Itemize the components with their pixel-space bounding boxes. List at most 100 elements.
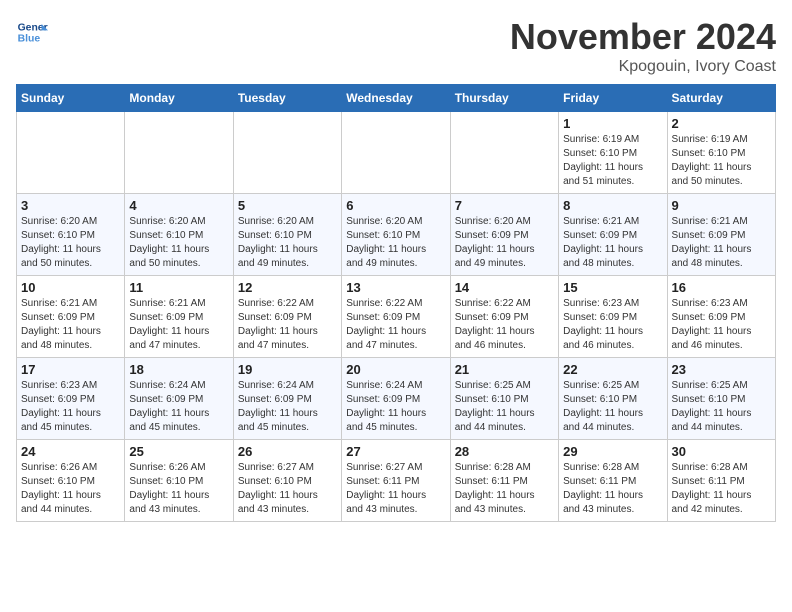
title-block: November 2024 Kpogouin, Ivory Coast [510, 16, 776, 76]
day-info: Sunrise: 6:26 AM Sunset: 6:10 PM Dayligh… [21, 461, 120, 517]
calendar-week-1: 1 Sunrise: 6:19 AM Sunset: 6:10 PM Daylig… [17, 112, 776, 194]
calendar-cell: 10Sunrise: 6:21 AM Sunset: 6:09 PM Dayli… [17, 276, 125, 358]
calendar-cell: 15 Sunrise: 6:23 AM Sunset: 6:09 PM Dayli… [559, 276, 667, 358]
day-info: Sunrise: 6:23 AM Sunset: 6:09 PM Dayligh… [563, 297, 662, 353]
day-number: 23 [672, 362, 771, 377]
day-info: Sunrise: 6:20 AM Sunset: 6:10 PM Dayligh… [129, 215, 228, 271]
calendar-cell: 9 Sunrise: 6:21 AM Sunset: 6:09 PM Daylig… [667, 194, 775, 276]
day-number: 15 [563, 280, 662, 295]
day-info: Sunrise: 6:20 AM Sunset: 6:10 PM Dayligh… [21, 215, 120, 271]
calendar-cell: 14Sunrise: 6:22 AM Sunset: 6:09 PM Dayli… [450, 276, 558, 358]
weekday-header-thursday: Thursday [450, 85, 558, 112]
day-number: 7 [455, 198, 554, 213]
day-info: Sunrise: 6:23 AM Sunset: 6:09 PM Dayligh… [672, 297, 771, 353]
day-info: Sunrise: 6:21 AM Sunset: 6:09 PM Dayligh… [563, 215, 662, 271]
calendar-cell: 29Sunrise: 6:28 AM Sunset: 6:11 PM Dayli… [559, 440, 667, 522]
calendar-cell: 5 Sunrise: 6:20 AM Sunset: 6:10 PM Daylig… [233, 194, 341, 276]
weekday-header-friday: Friday [559, 85, 667, 112]
calendar-cell: 7 Sunrise: 6:20 AM Sunset: 6:09 PM Daylig… [450, 194, 558, 276]
calendar-week-2: 3 Sunrise: 6:20 AM Sunset: 6:10 PM Daylig… [17, 194, 776, 276]
day-number: 18 [129, 362, 228, 377]
day-number: 16 [672, 280, 771, 295]
calendar-cell: 28 Sunrise: 6:28 AM Sunset: 6:11 PM Dayli… [450, 440, 558, 522]
day-number: 17 [21, 362, 120, 377]
day-info: Sunrise: 6:28 AM Sunset: 6:11 PM Dayligh… [563, 461, 662, 517]
day-number: 8 [563, 198, 662, 213]
day-number: 26 [238, 444, 337, 459]
weekday-header-row: SundayMondayTuesdayWednesdayThursdayFrid… [17, 85, 776, 112]
calendar-week-3: 10Sunrise: 6:21 AM Sunset: 6:09 PM Dayli… [17, 276, 776, 358]
calendar-cell [342, 112, 450, 194]
calendar-cell: 6Sunrise: 6:20 AM Sunset: 6:10 PM Daylig… [342, 194, 450, 276]
day-info: Sunrise: 6:21 AM Sunset: 6:09 PM Dayligh… [21, 297, 120, 353]
calendar-cell: 25 Sunrise: 6:26 AM Sunset: 6:10 PM Dayli… [125, 440, 233, 522]
calendar-cell [17, 112, 125, 194]
calendar-cell: 16 Sunrise: 6:23 AM Sunset: 6:09 PM Dayli… [667, 276, 775, 358]
month-title: November 2024 [510, 16, 776, 58]
calendar-cell: 8 Sunrise: 6:21 AM Sunset: 6:09 PM Daylig… [559, 194, 667, 276]
day-number: 19 [238, 362, 337, 377]
day-number: 2 [672, 116, 771, 131]
day-number: 5 [238, 198, 337, 213]
day-info: Sunrise: 6:21 AM Sunset: 6:09 PM Dayligh… [129, 297, 228, 353]
calendar-cell [233, 112, 341, 194]
logo-icon: General Blue [16, 16, 48, 48]
day-info: Sunrise: 6:27 AM Sunset: 6:11 PM Dayligh… [346, 461, 445, 517]
day-info: Sunrise: 6:23 AM Sunset: 6:09 PM Dayligh… [21, 379, 120, 435]
calendar-cell: 24Sunrise: 6:26 AM Sunset: 6:10 PM Dayli… [17, 440, 125, 522]
day-number: 28 [455, 444, 554, 459]
day-number: 30 [672, 444, 771, 459]
svg-text:Blue: Blue [18, 34, 41, 45]
calendar-cell: 17 Sunrise: 6:23 AM Sunset: 6:09 PM Dayli… [17, 358, 125, 440]
calendar-cell: 11 Sunrise: 6:21 AM Sunset: 6:09 PM Dayli… [125, 276, 233, 358]
calendar-cell: 12Sunrise: 6:22 AM Sunset: 6:09 PM Dayli… [233, 276, 341, 358]
calendar-cell: 20Sunrise: 6:24 AM Sunset: 6:09 PM Dayli… [342, 358, 450, 440]
calendar-cell: 1 Sunrise: 6:19 AM Sunset: 6:10 PM Daylig… [559, 112, 667, 194]
weekday-header-saturday: Saturday [667, 85, 775, 112]
calendar-cell: 2 Sunrise: 6:19 AM Sunset: 6:10 PM Daylig… [667, 112, 775, 194]
day-number: 25 [129, 444, 228, 459]
day-number: 27 [346, 444, 445, 459]
calendar-cell: 26 Sunrise: 6:27 AM Sunset: 6:10 PM Dayli… [233, 440, 341, 522]
day-info: Sunrise: 6:21 AM Sunset: 6:09 PM Dayligh… [672, 215, 771, 271]
calendar-cell: 3 Sunrise: 6:20 AM Sunset: 6:10 PM Daylig… [17, 194, 125, 276]
day-info: Sunrise: 6:24 AM Sunset: 6:09 PM Dayligh… [129, 379, 228, 435]
day-number: 21 [455, 362, 554, 377]
calendar-cell: 21 Sunrise: 6:25 AM Sunset: 6:10 PM Dayli… [450, 358, 558, 440]
day-info: Sunrise: 6:22 AM Sunset: 6:09 PM Dayligh… [455, 297, 554, 353]
page-header: General Blue November 2024 Kpogouin, Ivo… [16, 16, 776, 76]
calendar-cell: 13 Sunrise: 6:22 AM Sunset: 6:09 PM Dayli… [342, 276, 450, 358]
calendar-week-5: 24Sunrise: 6:26 AM Sunset: 6:10 PM Dayli… [17, 440, 776, 522]
calendar-table: SundayMondayTuesdayWednesdayThursdayFrid… [16, 84, 776, 522]
day-info: Sunrise: 6:19 AM Sunset: 6:10 PM Dayligh… [672, 133, 771, 189]
day-number: 22 [563, 362, 662, 377]
day-info: Sunrise: 6:27 AM Sunset: 6:10 PM Dayligh… [238, 461, 337, 517]
day-info: Sunrise: 6:20 AM Sunset: 6:09 PM Dayligh… [455, 215, 554, 271]
day-info: Sunrise: 6:19 AM Sunset: 6:10 PM Dayligh… [563, 133, 662, 189]
day-number: 13 [346, 280, 445, 295]
day-info: Sunrise: 6:26 AM Sunset: 6:10 PM Dayligh… [129, 461, 228, 517]
calendar-cell [450, 112, 558, 194]
weekday-header-sunday: Sunday [17, 85, 125, 112]
day-info: Sunrise: 6:25 AM Sunset: 6:10 PM Dayligh… [455, 379, 554, 435]
day-number: 3 [21, 198, 120, 213]
calendar-cell [125, 112, 233, 194]
day-number: 12 [238, 280, 337, 295]
day-info: Sunrise: 6:28 AM Sunset: 6:11 PM Dayligh… [455, 461, 554, 517]
day-info: Sunrise: 6:25 AM Sunset: 6:10 PM Dayligh… [563, 379, 662, 435]
day-number: 4 [129, 198, 228, 213]
day-info: Sunrise: 6:20 AM Sunset: 6:10 PM Dayligh… [238, 215, 337, 271]
day-number: 1 [563, 116, 662, 131]
calendar-week-4: 17 Sunrise: 6:23 AM Sunset: 6:09 PM Dayli… [17, 358, 776, 440]
day-number: 9 [672, 198, 771, 213]
calendar-cell: 4 Sunrise: 6:20 AM Sunset: 6:10 PM Daylig… [125, 194, 233, 276]
day-info: Sunrise: 6:24 AM Sunset: 6:09 PM Dayligh… [238, 379, 337, 435]
day-number: 11 [129, 280, 228, 295]
day-number: 6 [346, 198, 445, 213]
day-info: Sunrise: 6:22 AM Sunset: 6:09 PM Dayligh… [346, 297, 445, 353]
day-info: Sunrise: 6:28 AM Sunset: 6:11 PM Dayligh… [672, 461, 771, 517]
calendar-cell: 27 Sunrise: 6:27 AM Sunset: 6:11 PM Dayli… [342, 440, 450, 522]
calendar-cell: 19 Sunrise: 6:24 AM Sunset: 6:09 PM Dayli… [233, 358, 341, 440]
calendar-cell: 30 Sunrise: 6:28 AM Sunset: 6:11 PM Dayli… [667, 440, 775, 522]
weekday-header-monday: Monday [125, 85, 233, 112]
